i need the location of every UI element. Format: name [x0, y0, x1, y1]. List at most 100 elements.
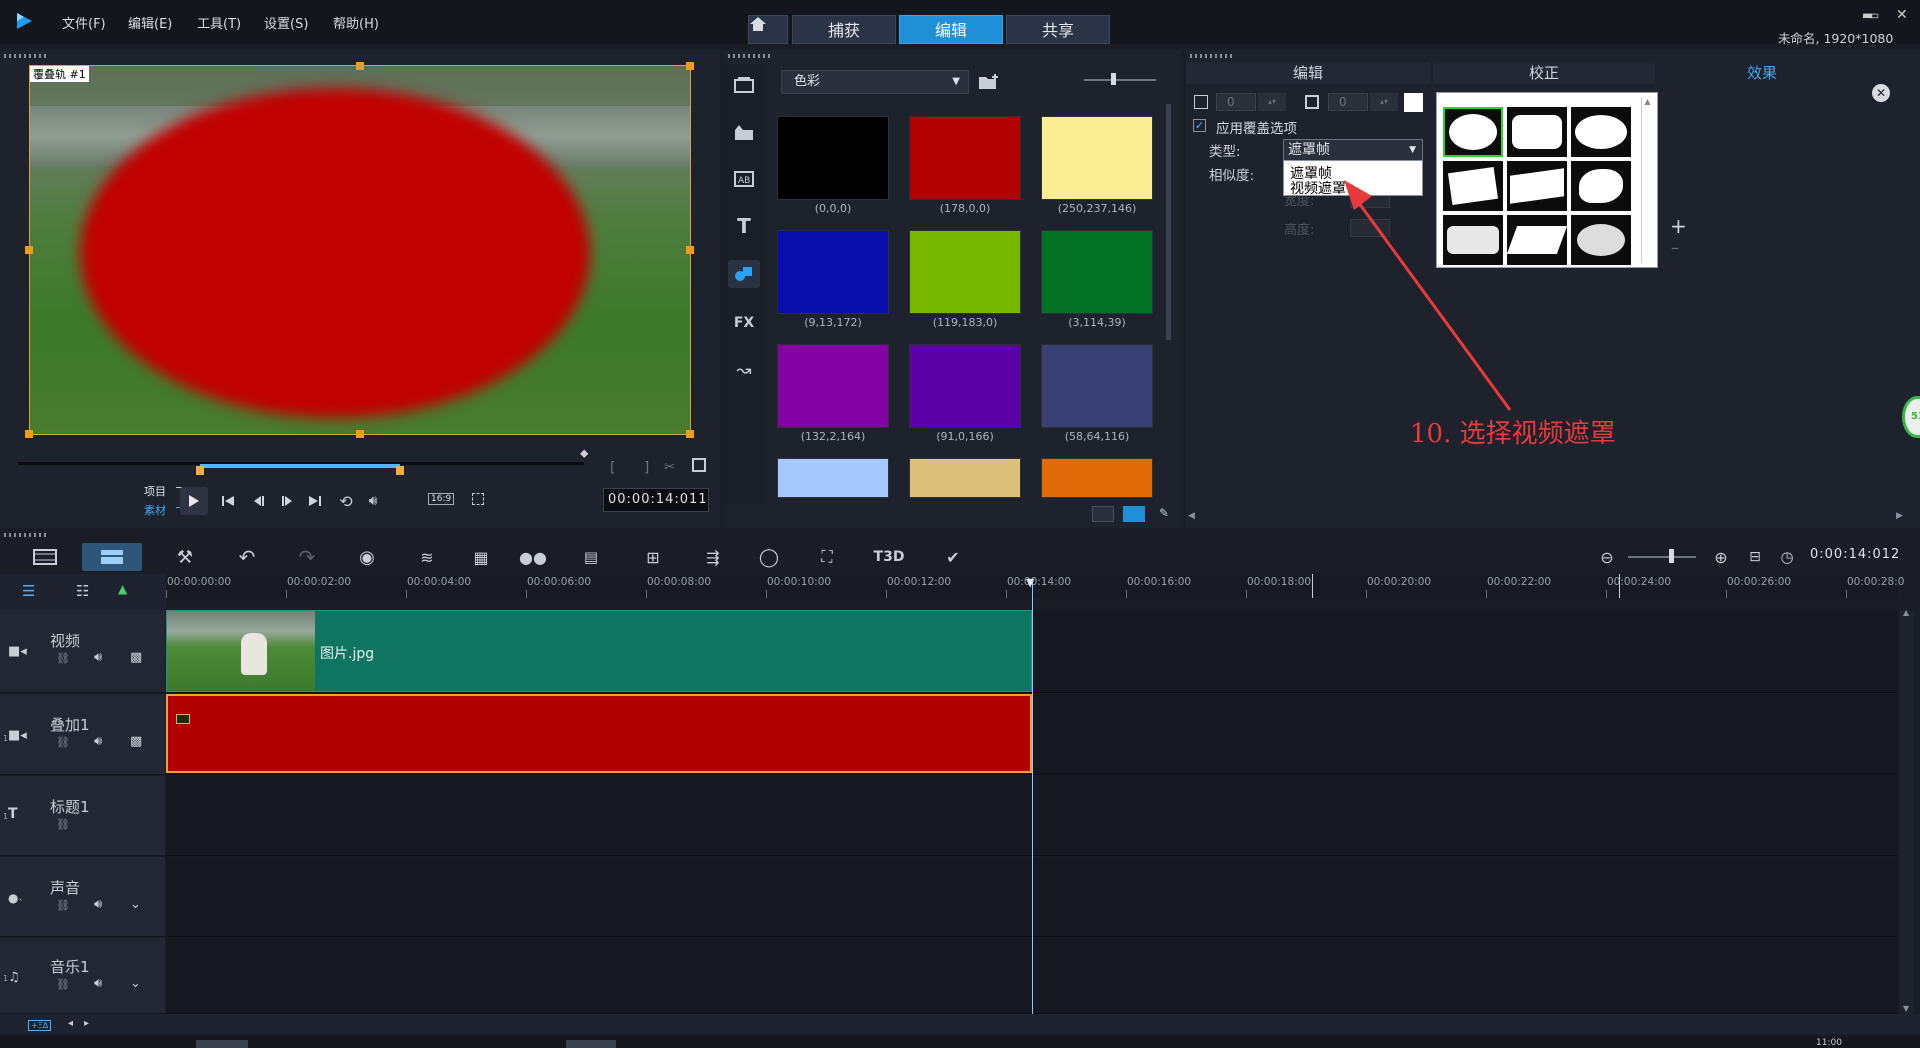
- go-to-end-button[interactable]: [306, 492, 324, 510]
- tab-options-effect[interactable]: 效果: [1658, 62, 1866, 84]
- slider-thumb[interactable]: [1111, 73, 1116, 85]
- color-swatch[interactable]: [909, 344, 1021, 428]
- close-window-button[interactable]: ✕: [1896, 7, 1908, 23]
- ripple-icon[interactable]: ▩: [130, 650, 142, 665]
- link-icon[interactable]: ⛓: [56, 899, 70, 912]
- clock-icon[interactable]: ◷: [1772, 543, 1802, 571]
- timecode-field[interactable]: 00:00:14:011: [603, 488, 709, 512]
- tab-capture[interactable]: 捕获: [792, 15, 896, 44]
- track-height-icon[interactable]: ▲: [118, 582, 127, 596]
- link-icon[interactable]: ⛓: [56, 736, 70, 749]
- mask-rounded-rect[interactable]: [1507, 107, 1567, 157]
- resize-handle[interactable]: [686, 62, 694, 70]
- gallery-scrollbar[interactable]: ▲: [1641, 97, 1653, 263]
- mask-ellipse[interactable]: [1443, 107, 1503, 157]
- expand-icon[interactable]: ⌄: [130, 897, 141, 912]
- mask-speech-bubble[interactable]: [1571, 107, 1631, 157]
- instant-project-icon[interactable]: [729, 119, 759, 145]
- mode-project[interactable]: 项目: [144, 483, 166, 499]
- mute-icon[interactable]: 🔊︎: [94, 897, 102, 912]
- fx-filter-icon[interactable]: FX: [729, 310, 759, 336]
- timeline-vscroll[interactable]: [1900, 610, 1914, 1014]
- scroll-thumb[interactable]: [196, 1040, 248, 1048]
- smart-package-icon[interactable]: ✔: [938, 543, 968, 571]
- color-swatch[interactable]: [777, 116, 889, 200]
- path-icon[interactable]: ↝: [729, 357, 759, 383]
- border-field[interactable]: 0: [1328, 93, 1368, 111]
- tab-options-correct[interactable]: 校正: [1433, 62, 1655, 84]
- remove-mask-button[interactable]: –: [1671, 238, 1679, 257]
- trim-range[interactable]: [200, 464, 400, 468]
- scroll-left-icon[interactable]: ◀: [1188, 511, 1195, 521]
- panel-grip[interactable]: [4, 54, 48, 58]
- color-swatch[interactable]: [909, 230, 1021, 314]
- color-swatch[interactable]: [777, 458, 889, 498]
- menu-settings[interactable]: 设置(S): [264, 13, 308, 32]
- color-swatch[interactable]: [1041, 230, 1153, 314]
- add-track-icon[interactable]: ☷: [76, 582, 89, 600]
- resize-handle[interactable]: [686, 430, 694, 438]
- scroll-thumb[interactable]: [566, 1040, 616, 1048]
- color-swatch[interactable]: [909, 116, 1021, 200]
- tab-share[interactable]: 共享: [1006, 15, 1110, 44]
- go-to-start-button[interactable]: [219, 492, 237, 510]
- timeline-timecode[interactable]: 0:00:14:012: [1810, 547, 1900, 562]
- repeat-icon[interactable]: ⟲: [336, 491, 356, 511]
- fit-project-icon[interactable]: ⊟: [1740, 543, 1770, 571]
- trim-in-handle[interactable]: [196, 466, 204, 475]
- next-frame-button[interactable]: [278, 492, 296, 510]
- tab-edit[interactable]: 编辑: [899, 15, 1003, 44]
- title-track-icon[interactable]: T: [8, 806, 18, 822]
- add-folder-icon[interactable]: [976, 70, 1002, 94]
- audio-mixer-icon[interactable]: ≋: [412, 543, 442, 571]
- mute-icon[interactable]: 🔊︎: [94, 734, 102, 749]
- scroll-left-icon[interactable]: ◂: [68, 1018, 73, 1029]
- aspect-ratio-button[interactable]: 16:9: [428, 493, 455, 505]
- speed-icon[interactable]: ⇶: [698, 543, 728, 571]
- previous-frame-button[interactable]: [250, 492, 268, 510]
- panel-grip[interactable]: [1190, 54, 1234, 58]
- title-icon[interactable]: T: [729, 213, 759, 239]
- video-clip[interactable]: 图片.jpg: [166, 610, 1032, 692]
- view-list-button[interactable]: [1092, 506, 1114, 522]
- panel-grip[interactable]: [728, 54, 772, 58]
- redo-icon[interactable]: ↷: [292, 543, 322, 571]
- spinner-arrows[interactable]: ▴▾: [1258, 93, 1286, 111]
- record-capture-icon[interactable]: ◉: [352, 543, 382, 571]
- motion-track-icon[interactable]: ●●: [518, 543, 548, 571]
- horizontal-scrollbar[interactable]: [0, 1036, 1920, 1048]
- apply-overlay-checkbox[interactable]: ✓: [1193, 119, 1206, 132]
- track-manager-icon[interactable]: ☰: [22, 582, 35, 600]
- panel-grip[interactable]: [4, 533, 48, 537]
- scroll-down-icon[interactable]: ▼: [1903, 1004, 1909, 1013]
- media-library-icon[interactable]: [729, 72, 759, 98]
- view-thumbnail-button[interactable]: [1123, 506, 1145, 522]
- resize-handle[interactable]: [25, 430, 33, 438]
- color-swatch[interactable]: [1041, 344, 1153, 428]
- color-swatch[interactable]: [1041, 116, 1153, 200]
- color-swatch[interactable]: [1041, 458, 1153, 498]
- crop-tool-icon[interactable]: [472, 493, 484, 505]
- playhead-handle-icon[interactable]: ▼: [1026, 576, 1034, 589]
- zoom-slider-thumb[interactable]: [1669, 549, 1674, 563]
- scroll-right-icon[interactable]: ▶: [1896, 511, 1903, 521]
- volume-icon[interactable]: 🔊︎: [363, 491, 383, 511]
- home-tab[interactable]: [748, 15, 788, 44]
- zoom-in-icon[interactable]: ⊕: [1706, 543, 1736, 571]
- edit-icon[interactable]: ✎: [1154, 506, 1174, 522]
- undo-icon[interactable]: ↶: [232, 543, 262, 571]
- video-camera-icon[interactable]: ■◂: [8, 644, 27, 659]
- graphics-icon[interactable]: [728, 260, 760, 288]
- menu-help[interactable]: 帮助(H): [333, 13, 379, 32]
- menu-file[interactable]: 文件(F): [62, 13, 106, 32]
- zoom-slider[interactable]: [1628, 556, 1696, 558]
- scissors-icon[interactable]: ✂: [664, 460, 675, 475]
- playhead-marker-icon[interactable]: ⬥: [580, 446, 588, 461]
- link-icon[interactable]: ⛓: [56, 652, 70, 665]
- overlay-clip[interactable]: [166, 694, 1032, 773]
- auto-music-icon[interactable]: ▦: [466, 543, 496, 571]
- restore-button[interactable]: ▭: [1868, 8, 1879, 22]
- snapshot-icon[interactable]: [692, 458, 706, 472]
- trim-out-handle[interactable]: [396, 466, 404, 475]
- timeline-view-button[interactable]: [82, 543, 142, 571]
